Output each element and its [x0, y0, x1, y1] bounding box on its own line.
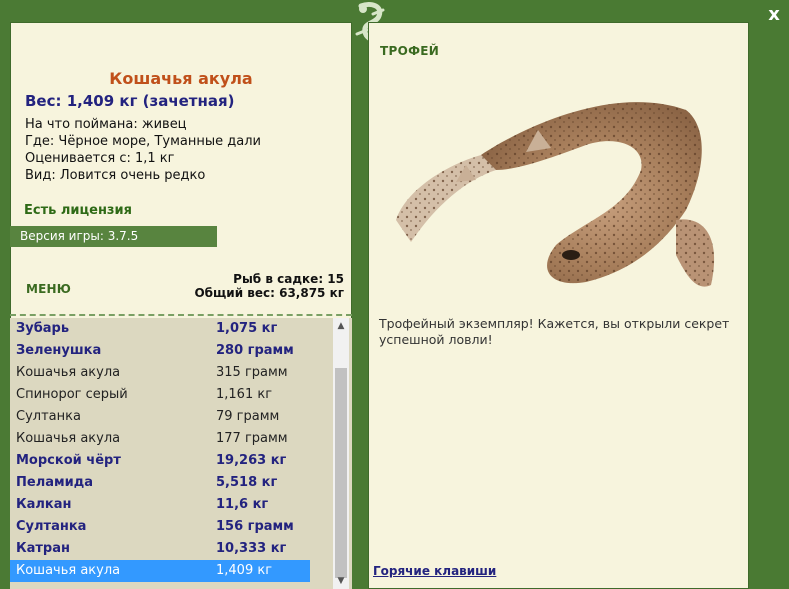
- list-item-name: Кошачья акула: [16, 431, 121, 446]
- menu-button[interactable]: МЕНЮ: [26, 282, 71, 296]
- list-item-weight: 1,075 кг: [216, 321, 278, 336]
- list-item-weight: 1,409 кг: [216, 563, 273, 578]
- list-item-name: Спинорог серый: [16, 387, 128, 402]
- catch-list[interactable]: Зубарь 1,075 кг Зеленушка 280 грамм Кошачья …: [10, 318, 352, 589]
- list-item-weight: 79 грамм: [216, 409, 280, 424]
- list-item[interactable]: Пеламида 5,518 кг: [10, 472, 310, 494]
- list-item-weight: 5,518 кг: [216, 475, 278, 490]
- divider: [10, 314, 352, 316]
- list-item-name: Кошачья акула: [16, 563, 121, 578]
- list-item-weight: 1,161 кг: [216, 387, 273, 402]
- info-rarity: Вид: Ловится очень редко: [25, 168, 206, 183]
- list-item-weight: 10,333 кг: [216, 541, 287, 556]
- fish-count: Рыб в садке: 15: [233, 272, 344, 286]
- license-status: Есть лицензия: [24, 203, 132, 218]
- list-item[interactable]: Кошачья акула 315 грамм: [10, 362, 310, 384]
- close-button[interactable]: x: [764, 4, 784, 26]
- fish-info: На что поймана: живец Где: Чёрное море, …: [25, 116, 261, 184]
- list-item-name: Султанка: [16, 409, 81, 424]
- scroll-up-icon[interactable]: ▲: [333, 318, 349, 334]
- list-item[interactable]: Султанка 79 грамм: [10, 406, 310, 428]
- list-item-name: Зеленушка: [16, 343, 102, 358]
- trophy-panel: ТРОФЕЙ Трофейный экземпляр! Кажется, вы …: [368, 22, 749, 589]
- fish-title: Кошачья акула: [109, 69, 253, 88]
- list-item-name: Катран: [16, 541, 70, 556]
- scroll-thumb[interactable]: [335, 368, 347, 578]
- list-item[interactable]: Кошачья акула 177 грамм: [10, 428, 310, 450]
- list-item-weight: 177 грамм: [216, 431, 288, 446]
- total-weight: Общий вес: 63,875 кг: [194, 286, 344, 300]
- list-item-weight: 280 грамм: [216, 343, 294, 358]
- list-item-name: Кошачья акула: [16, 365, 121, 380]
- list-item-name: Зубарь: [16, 321, 70, 336]
- list-item-name: Султанка: [16, 519, 87, 534]
- list-item-weight: 156 грамм: [216, 519, 294, 534]
- list-item[interactable]: Калкан 11,6 кг: [10, 494, 310, 516]
- trophy-message: Трофейный экземпляр! Кажется, вы открыли…: [379, 316, 730, 347]
- scrollbar[interactable]: ▲ ▼: [333, 318, 349, 589]
- scroll-down-icon[interactable]: ▼: [333, 573, 349, 589]
- trophy-title: ТРОФЕЙ: [380, 44, 440, 58]
- list-item[interactable]: Кошачья акула 1,409 кг: [10, 560, 310, 582]
- info-location: Где: Чёрное море, Туманные дали: [25, 134, 261, 149]
- info-bait: На что поймана: живец: [25, 117, 187, 132]
- hotkeys-link[interactable]: Горячие клавиши: [373, 564, 496, 578]
- fish-info-panel: Кошачья акула Вес: 1,409 кг (зачетная) Н…: [10, 22, 352, 589]
- list-item[interactable]: Катран 10,333 кг: [10, 538, 310, 560]
- list-item-weight: 11,6 кг: [216, 497, 269, 512]
- fish-weight: Вес: 1,409 кг (зачетная): [25, 92, 235, 110]
- list-item-name: Калкан: [16, 497, 72, 512]
- list-item[interactable]: Морской чёрт 19,263 кг: [10, 450, 310, 472]
- shark-image: [396, 102, 715, 287]
- info-threshold: Оценивается с: 1,1 кг: [25, 151, 175, 166]
- list-item-name: Морской чёрт: [16, 453, 121, 468]
- list-item-weight: 19,263 кг: [216, 453, 287, 468]
- list-item-name: Пеламида: [16, 475, 93, 490]
- list-item[interactable]: Зеленушка 280 грамм: [10, 340, 310, 362]
- list-item[interactable]: Султанка 156 грамм: [10, 516, 310, 538]
- list-item[interactable]: Зубарь 1,075 кг: [10, 318, 310, 340]
- version-bar: Версия игры: 3.7.5: [10, 226, 217, 247]
- list-item-weight: 315 грамм: [216, 365, 288, 380]
- list-item[interactable]: Спинорог серый 1,161 кг: [10, 384, 310, 406]
- catch-stats: Рыб в садке: 15 Общий вес: 63,875 кг: [194, 272, 344, 300]
